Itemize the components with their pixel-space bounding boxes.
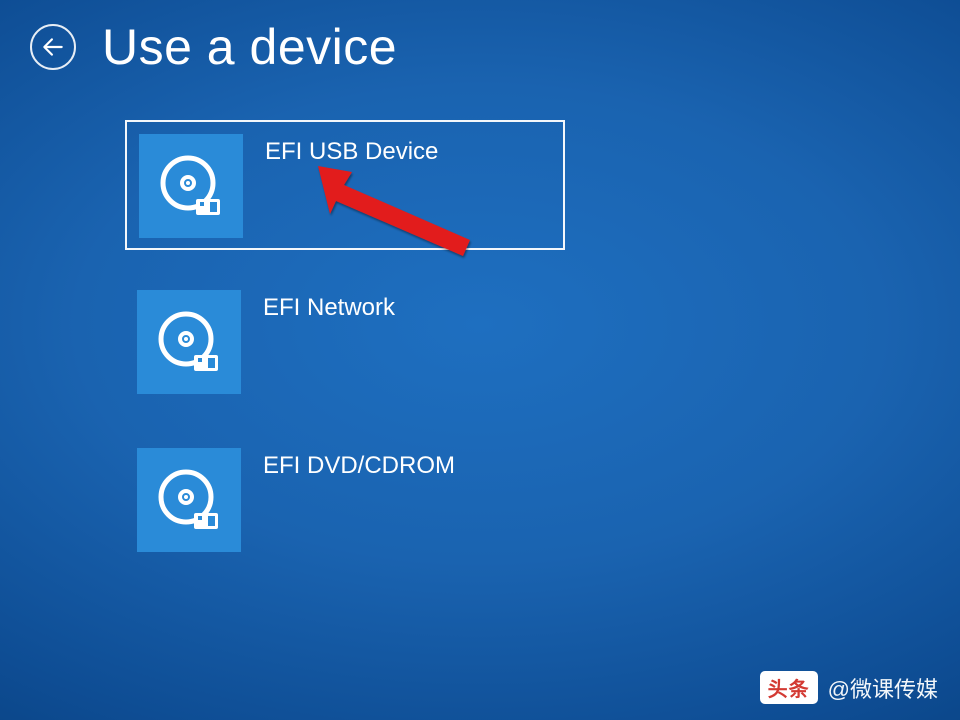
device-options-list: EFI USB Device EFI Network [125, 120, 565, 566]
device-option-label: EFI USB Device [265, 138, 438, 166]
watermark-text: @微课传媒 [828, 672, 938, 704]
device-option-efi-network[interactable]: EFI Network [125, 278, 565, 408]
device-tile [137, 448, 241, 552]
watermark-badge: 头条 [760, 671, 818, 704]
device-option-efi-dvd[interactable]: EFI DVD/CDROM [125, 436, 565, 566]
device-option-label: EFI Network [263, 294, 395, 322]
device-option-label: EFI DVD/CDROM [263, 452, 455, 480]
device-option-efi-usb[interactable]: EFI USB Device [125, 120, 565, 250]
device-tile [137, 290, 241, 394]
device-tile [139, 134, 243, 238]
back-button[interactable] [30, 24, 76, 70]
disc-device-icon [154, 465, 224, 535]
disc-device-icon [154, 307, 224, 377]
back-arrow-icon [40, 34, 66, 60]
page-title: Use a device [102, 18, 397, 76]
header: Use a device [30, 18, 397, 76]
watermark: 头条 @微课传媒 [760, 671, 938, 704]
disc-device-icon [156, 151, 226, 221]
